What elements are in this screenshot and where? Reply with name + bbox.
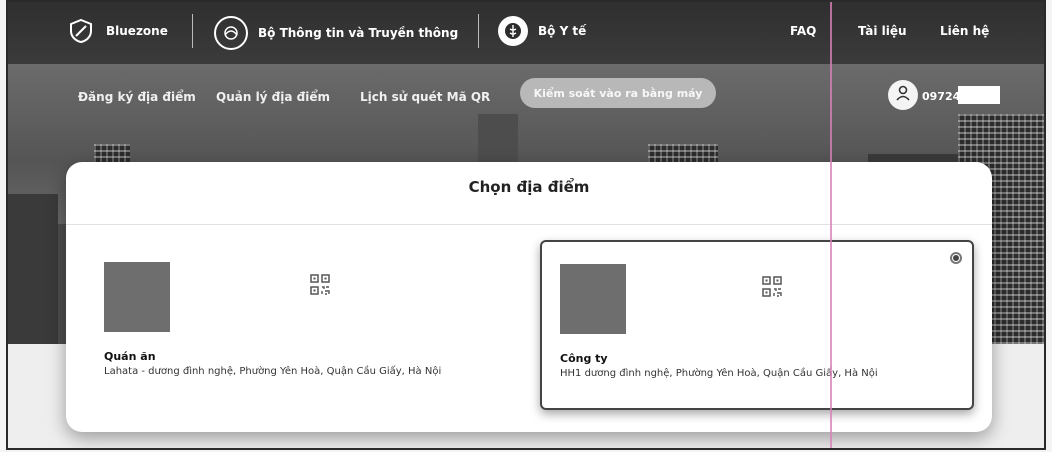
- divider: [478, 14, 479, 48]
- qr-code-icon[interactable]: [310, 274, 330, 296]
- emblem-icon: [214, 16, 248, 50]
- brand-ministry-health[interactable]: Bộ Y tế: [498, 16, 586, 46]
- nav-machine-checkin[interactable]: Kiểm soát vào ra bằng máy: [520, 78, 716, 108]
- location-thumbnail: [560, 264, 626, 334]
- divider: [192, 14, 193, 48]
- qr-code-icon[interactable]: [762, 276, 782, 298]
- scan-artifact-line: [830, 2, 832, 448]
- brand-bluezone[interactable]: Bluezone: [66, 16, 168, 46]
- nav-machine-checkin-label: Kiểm soát vào ra bằng máy: [533, 86, 703, 100]
- link-faq[interactable]: FAQ: [790, 24, 816, 38]
- brand-ministry-health-label: Bộ Y tế: [538, 24, 587, 38]
- app-window: Bluezone Bộ Thông tin và Truyền thông Bộ…: [6, 0, 1046, 450]
- divider: [66, 224, 992, 225]
- location-card-selected[interactable]: Công ty HH1 dương đình nghệ, Phường Yên …: [540, 240, 974, 410]
- redaction-mask: [958, 86, 1000, 104]
- user-avatar[interactable]: [888, 80, 918, 110]
- building: [8, 194, 58, 344]
- location-address: Lahata - dương đình nghệ, Phường Yên Hoà…: [104, 366, 442, 377]
- location-name: Quán ăn: [104, 350, 156, 363]
- radio-selected-icon[interactable]: [950, 252, 962, 264]
- nav-register-location[interactable]: Đăng ký địa điểm: [78, 90, 196, 104]
- caduceus-icon: [498, 16, 528, 46]
- brand-ministry-info[interactable]: Bộ Thông tin và Truyền thông: [214, 16, 458, 50]
- link-documents[interactable]: Tài liệu: [858, 24, 907, 38]
- location-name: Công ty: [560, 352, 608, 365]
- shield-icon: [66, 16, 96, 46]
- location-card[interactable]: Quán ăn Lahata - dương đình nghệ, Phường…: [86, 240, 520, 410]
- modal-title: Chọn địa điểm: [468, 178, 590, 196]
- user-icon: [894, 84, 912, 106]
- radio-dot: [953, 255, 959, 261]
- brand-bluezone-label: Bluezone: [106, 24, 168, 38]
- link-contact[interactable]: Liên hệ: [940, 24, 989, 38]
- location-thumbnail: [104, 262, 170, 332]
- top-header: Bluezone Bộ Thông tin và Truyền thông Bộ…: [8, 2, 1044, 64]
- nav-manage-location[interactable]: Quản lý địa điểm: [216, 90, 330, 104]
- nav-qr-history[interactable]: Lịch sử quét Mã QR: [360, 90, 490, 104]
- choose-location-modal: Chọn địa điểm Quán ăn Lahata - dương đìn…: [66, 162, 992, 432]
- brand-ministry-info-label: Bộ Thông tin và Truyền thông: [258, 26, 459, 40]
